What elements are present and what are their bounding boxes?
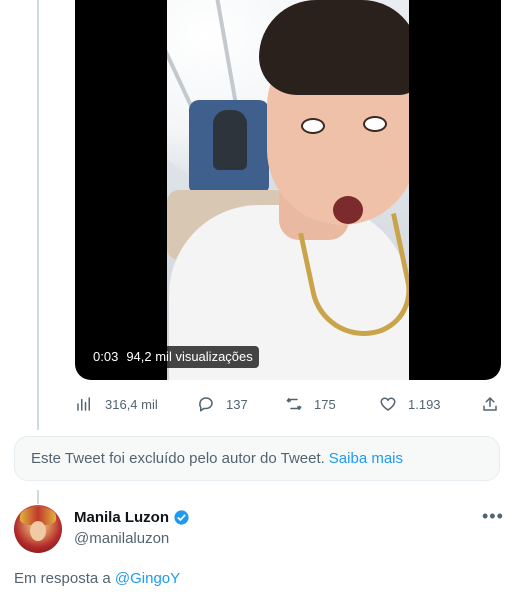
author-name[interactable]: Manila Luzon — [74, 509, 190, 526]
author-handle[interactable]: @manilaluzon — [74, 530, 169, 547]
avatar-face — [30, 521, 46, 541]
like-button[interactable]: 1.193 — [379, 392, 441, 416]
deleted-notice-text: Este Tweet foi excluído pelo autor do Tw… — [31, 450, 325, 467]
learn-more-link[interactable]: Saiba mais — [329, 450, 403, 467]
left-eye — [301, 118, 325, 134]
retweet-button[interactable]: 175 — [285, 392, 336, 416]
like-count: 1.193 — [408, 396, 441, 412]
heart-icon — [380, 397, 396, 411]
views-button[interactable]: 316,4 mil — [75, 392, 158, 416]
share-button[interactable] — [481, 392, 510, 416]
video-overlay: 0:03 94,2 mil visualizações — [87, 346, 259, 368]
retweet-count: 175 — [314, 396, 336, 412]
deleted-tweet-notice: Este Tweet foi excluído pelo autor do Tw… — [14, 436, 500, 481]
reply-count: 137 — [226, 396, 248, 412]
display-name: Manila Luzon — [74, 509, 169, 526]
thread-line — [37, 0, 39, 430]
tweet-actions: 316,4 mil 137 175 1.193 — [75, 392, 501, 416]
video-player[interactable]: 0:03 94,2 mil visualizações — [75, 0, 501, 380]
video-frame — [167, 0, 409, 380]
video-views: 94,2 mil visualizações — [126, 349, 253, 364]
reply-target-link[interactable]: @GingoY — [115, 570, 180, 587]
hair — [259, 0, 409, 95]
video-time: 0:03 — [93, 349, 119, 364]
thread-line — [37, 490, 39, 504]
reply-prefix: Em resposta a — [14, 570, 111, 587]
background-passenger — [213, 110, 247, 170]
retweet-icon — [286, 398, 302, 410]
share-icon — [483, 397, 497, 411]
speech-bubble-icon — [199, 397, 213, 412]
avatar[interactable] — [14, 505, 62, 553]
reply-context: Em resposta a @GingoY — [14, 570, 180, 587]
reply-button[interactable]: 137 — [197, 392, 248, 416]
verified-badge-icon — [174, 510, 189, 525]
more-options-icon[interactable]: ••• — [482, 507, 503, 526]
views-count: 316,4 mil — [105, 396, 158, 412]
bar-chart-icon — [77, 397, 90, 411]
right-eye — [363, 116, 387, 132]
